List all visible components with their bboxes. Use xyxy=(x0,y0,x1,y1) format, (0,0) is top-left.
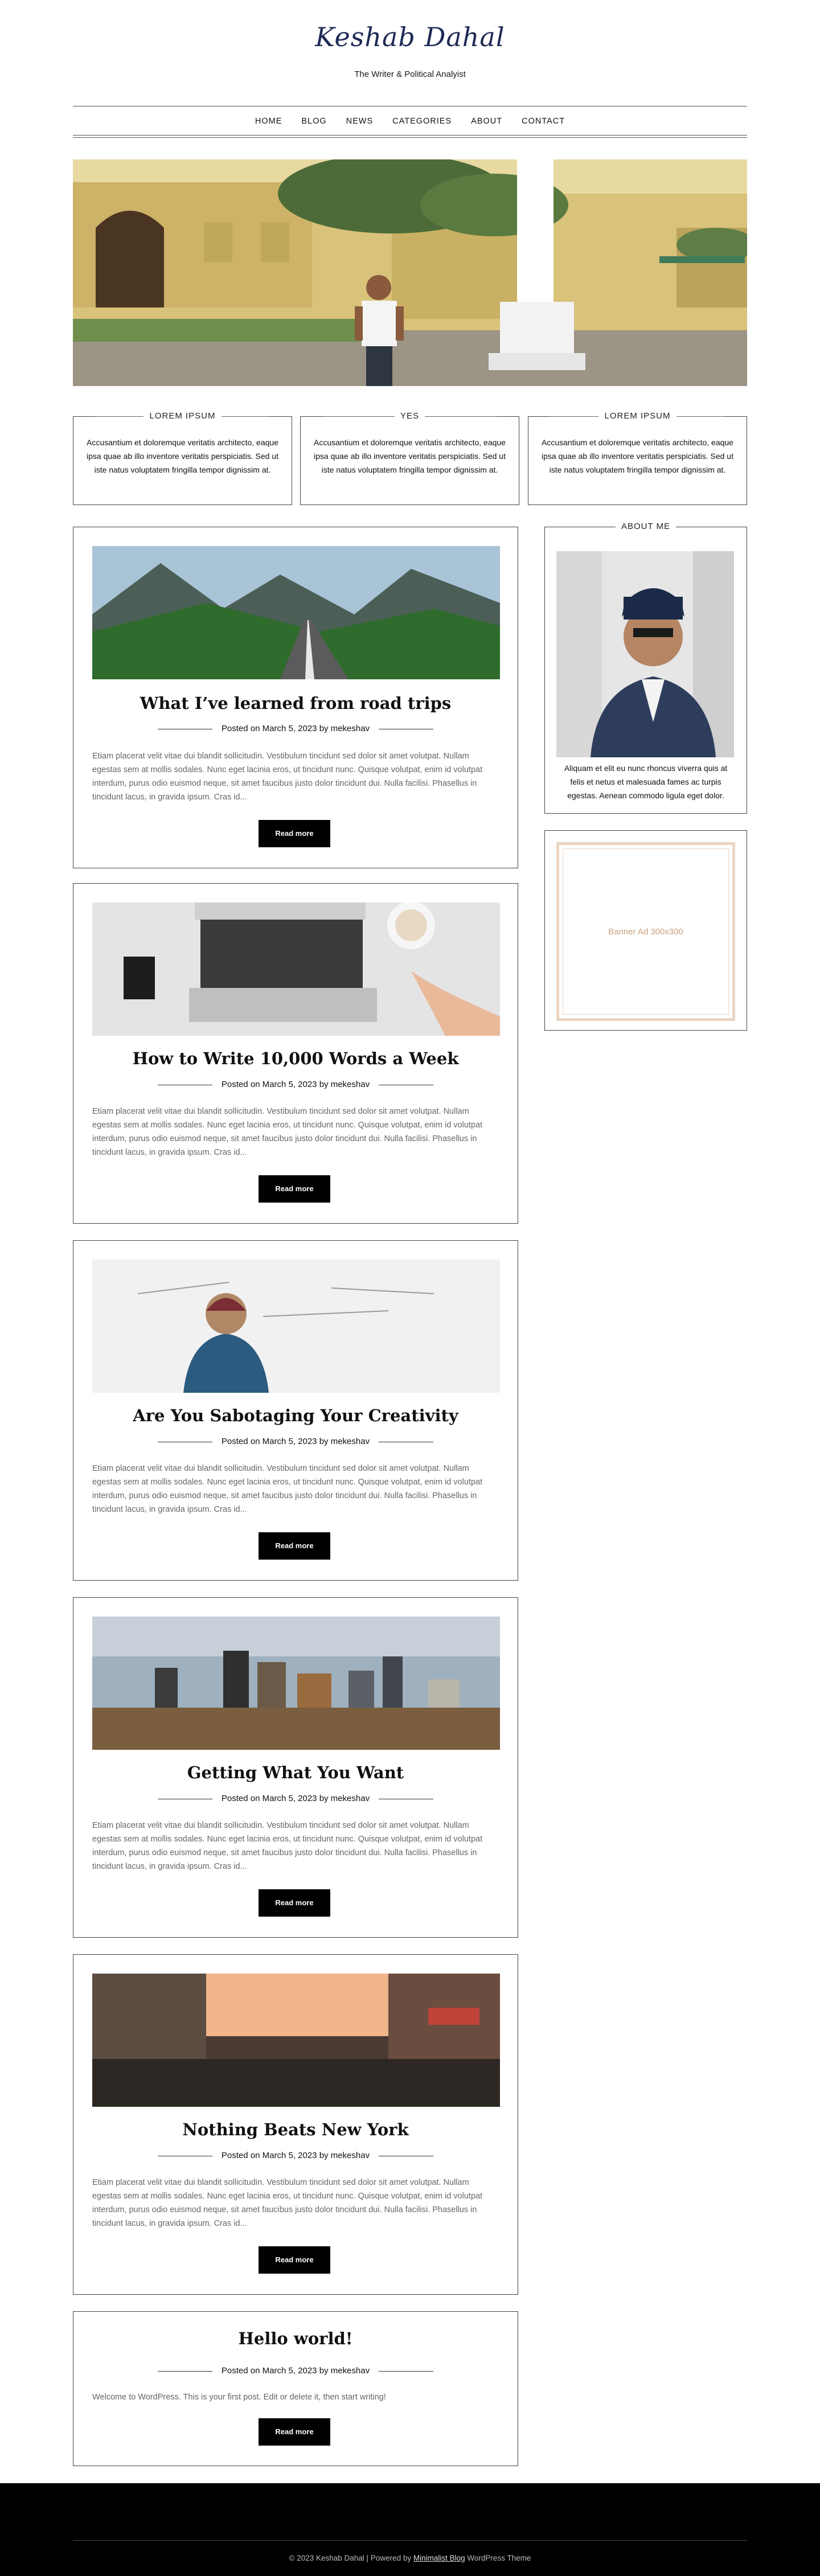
read-more-button[interactable]: Read more xyxy=(259,1175,330,1203)
read-more-button[interactable]: Read more xyxy=(259,2418,330,2446)
post-meta: Posted on March 5, 2023 by mekeshav xyxy=(221,724,370,733)
site-logo[interactable]: Keshab Dahal xyxy=(0,22,820,52)
post-card: Nothing Beats New York Posted on March 5… xyxy=(73,1954,518,2295)
post-excerpt: Welcome to WordPress. This is your first… xyxy=(92,2393,386,2402)
widget-title: ABOUT ME xyxy=(615,522,676,531)
nav-item-categories[interactable]: CATEGORIES xyxy=(392,117,452,126)
nav-item-home[interactable]: HOME xyxy=(255,117,282,126)
site-tagline: The Writer & Political Analyist xyxy=(354,69,466,79)
post-image[interactable] xyxy=(92,903,500,1036)
footer-theme-link[interactable]: Minimalist Blog xyxy=(413,2554,465,2562)
post-title[interactable]: How to Write 10,000 Words a Week xyxy=(73,1049,518,1068)
promo-title: YES xyxy=(394,411,425,421)
read-more-button[interactable]: Read more xyxy=(259,1532,330,1560)
post-card: Hello world! Posted on March 5, 2023 by … xyxy=(73,2311,518,2466)
post-title[interactable]: Hello world! xyxy=(73,2329,518,2348)
post-excerpt: Etiam placerat velit vitae dui blandit s… xyxy=(92,752,483,802)
banner-ad-label: Banner Ad 300x300 xyxy=(608,926,683,937)
about-widget: ABOUT ME Aliquam et elit eu nunc rhoncus… xyxy=(544,522,747,814)
read-more-button[interactable]: Read more xyxy=(259,2246,330,2274)
promo-box: LOREM IPSUM Accusantium et doloremque ve… xyxy=(528,411,747,505)
footer-copyright: © 2023 Keshab Dahal | Powered by xyxy=(289,2554,412,2562)
promo-text: Accusantium et doloremque veritatis arch… xyxy=(542,438,733,474)
main-nav: HOME BLOG NEWS CATEGORIES ABOUT CONTACT xyxy=(73,106,747,138)
post-meta: Posted on March 5, 2023 by mekeshav xyxy=(221,1080,370,1089)
post-excerpt: Etiam placerat velit vitae dui blandit s… xyxy=(92,1107,483,1157)
read-more-button[interactable]: Read more xyxy=(259,1889,330,1917)
promo-title: LOREM IPSUM xyxy=(598,411,676,421)
post-title[interactable]: Getting What You Want xyxy=(73,1763,518,1782)
post-excerpt: Etiam placerat velit vitae dui blandit s… xyxy=(92,1464,483,1514)
post-image[interactable] xyxy=(92,1974,500,2107)
about-text: Aliquam et elit eu nunc rhoncus viverra … xyxy=(564,764,728,800)
post-meta: Posted on March 5, 2023 by mekeshav xyxy=(221,2366,370,2376)
promo-text: Accusantium et doloremque veritatis arch… xyxy=(87,438,278,474)
post-image[interactable] xyxy=(92,546,500,679)
site-footer: © 2023 Keshab Dahal | Powered by Minimal… xyxy=(0,2483,820,2576)
post-image[interactable] xyxy=(92,1617,500,1750)
nav-item-blog[interactable]: BLOG xyxy=(301,117,326,126)
footer-suffix: WordPress Theme xyxy=(467,2554,531,2562)
site-header: Keshab Dahal The Writer & Political Anal… xyxy=(0,0,820,85)
promo-box: YES Accusantium et doloremque veritatis … xyxy=(300,411,519,505)
post-card: Getting What You Want Posted on March 5,… xyxy=(73,1597,518,1938)
post-title[interactable]: Nothing Beats New York xyxy=(73,2120,518,2139)
banner-ad[interactable]: Banner Ad 300x300 xyxy=(556,842,735,1021)
post-title[interactable]: Are You Sabotaging Your Creativity xyxy=(73,1406,518,1425)
post-card: How to Write 10,000 Words a Week Posted … xyxy=(73,883,518,1224)
nav-item-about[interactable]: ABOUT xyxy=(471,117,502,126)
post-card: Are You Sabotaging Your Creativity Poste… xyxy=(73,1240,518,1581)
promo-title: LOREM IPSUM xyxy=(144,411,222,421)
post-meta: Posted on March 5, 2023 by mekeshav xyxy=(221,2151,370,2160)
nav-item-contact[interactable]: CONTACT xyxy=(522,117,565,126)
post-excerpt: Etiam placerat velit vitae dui blandit s… xyxy=(92,1821,483,1871)
post-title[interactable]: What I’ve learned from road trips xyxy=(73,694,518,713)
promo-text: Accusantium et doloremque veritatis arch… xyxy=(314,438,506,474)
post-excerpt: Etiam placerat velit vitae dui blandit s… xyxy=(92,2178,483,2228)
nav-item-news[interactable]: NEWS xyxy=(346,117,374,126)
post-card: What I’ve learned from road trips Posted… xyxy=(73,527,518,868)
promo-box: LOREM IPSUM Accusantium et doloremque ve… xyxy=(73,411,292,505)
post-image[interactable] xyxy=(92,1260,500,1393)
author-photo xyxy=(556,551,734,757)
banner-widget: Banner Ad 300x300 xyxy=(544,830,747,1031)
read-more-button[interactable]: Read more xyxy=(259,820,330,847)
post-meta: Posted on March 5, 2023 by mekeshav xyxy=(221,1437,370,1446)
post-meta: Posted on March 5, 2023 by mekeshav xyxy=(221,1794,370,1803)
hero-image xyxy=(73,159,747,386)
footer-credits: © 2023 Keshab Dahal | Powered by Minimal… xyxy=(0,2554,820,2562)
